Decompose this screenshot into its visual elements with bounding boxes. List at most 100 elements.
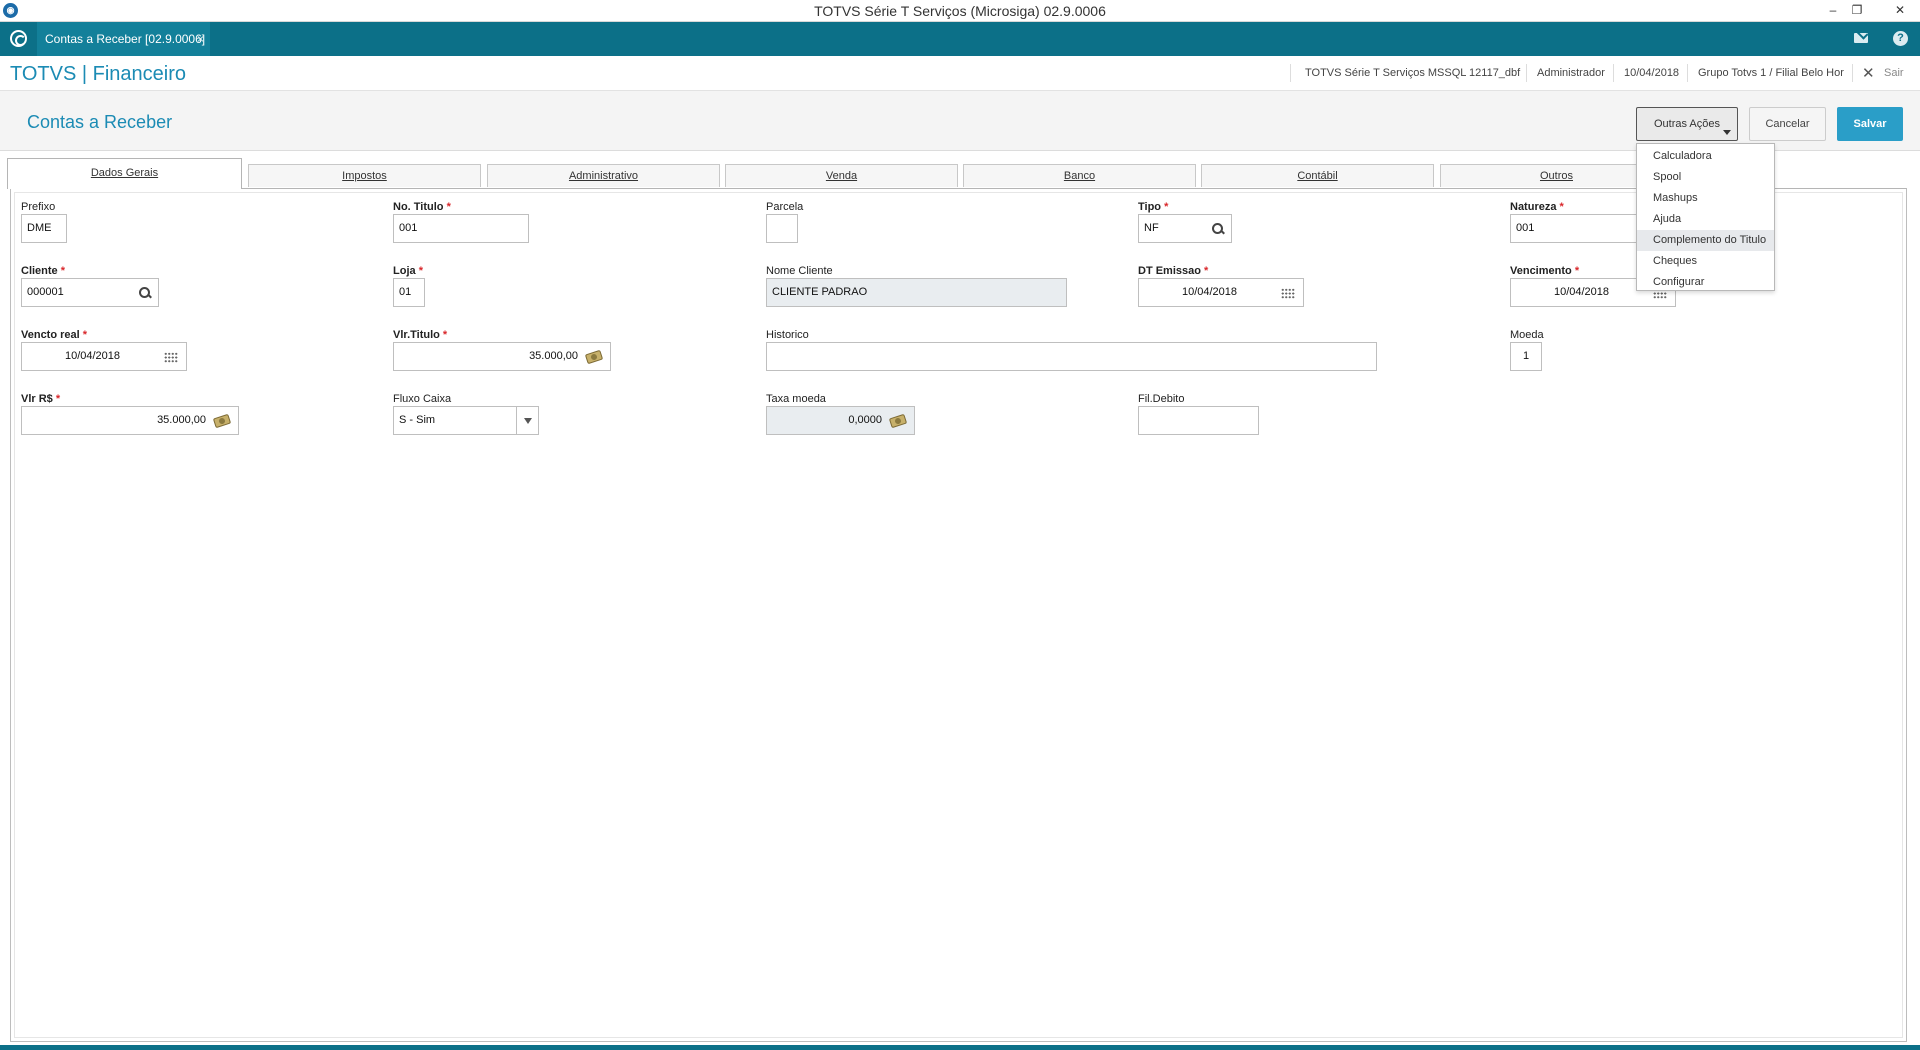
vencimento-label: Vencimento *	[1510, 265, 1579, 277]
company-info: Grupo Totvs 1 / Filial Belo Hor	[1698, 67, 1844, 79]
natureza-label-text: Natureza	[1510, 201, 1557, 213]
user-info: Administrador	[1537, 67, 1605, 79]
page-title: Contas a Receber	[27, 112, 173, 132]
menu-item-spool[interactable]: Spool	[1637, 167, 1774, 188]
parcela-label: Parcela	[766, 201, 804, 213]
tipo-field[interactable]: NF	[1138, 214, 1232, 243]
dt-emissao-label-text: DT Emissao	[1138, 265, 1201, 277]
moeda-label: Moeda	[1510, 329, 1544, 341]
vencimento-label-text: Vencimento	[1510, 265, 1572, 277]
natureza-label: Natureza *	[1510, 201, 1564, 213]
menu-item-ajuda[interactable]: Ajuda	[1637, 209, 1774, 230]
vlr-rs-value: 35.000,00	[157, 414, 206, 426]
form-panel-inner	[14, 192, 1903, 1038]
required-mark: *	[55, 393, 61, 405]
tab-venda[interactable]: Venda	[725, 164, 958, 187]
exit-link[interactable]: Sair	[1884, 67, 1904, 79]
vlr-titulo-field[interactable]: 35.000,00	[393, 342, 611, 371]
fluxo-caixa-label: Fluxo Caixa	[393, 393, 452, 405]
close-tab-icon[interactable]: ×	[197, 22, 204, 56]
minimize-icon[interactable]: –	[1823, 2, 1843, 18]
money-icon[interactable]	[212, 413, 232, 429]
search-icon[interactable]	[139, 287, 150, 298]
bottom-strip	[0, 1045, 1920, 1050]
other-actions-menu: Calculadora Spool Mashups Ajuda Compleme…	[1636, 143, 1775, 291]
tab-administrativo[interactable]: Administrativo	[487, 164, 720, 187]
required-mark: *	[1204, 265, 1209, 277]
tab-impostos[interactable]: Impostos	[248, 164, 481, 187]
fluxo-caixa-select[interactable]: S - Sim	[393, 406, 539, 435]
cliente-field[interactable]: 000001	[21, 278, 159, 307]
menu-item-cheques[interactable]: Cheques	[1637, 251, 1774, 272]
cliente-label: Cliente *	[21, 265, 65, 277]
date-info: 10/04/2018	[1624, 67, 1680, 79]
tab-banco[interactable]: Banco	[963, 164, 1196, 187]
menu-item-calculadora[interactable]: Calculadora	[1637, 146, 1774, 167]
other-actions-button[interactable]: Outras Ações	[1636, 107, 1738, 141]
restore-icon[interactable]: ❐	[1847, 2, 1867, 18]
no-titulo-label: No. Titulo *	[393, 201, 451, 213]
vencto-real-label-text: Vencto real	[21, 329, 80, 341]
required-mark: *	[1164, 201, 1169, 213]
close-window-icon[interactable]: ✕	[1890, 2, 1910, 18]
brand-bar: TOTVS | Financeiro TOTVS Série T Serviço…	[0, 56, 1920, 91]
vencto-real-field[interactable]: 10/04/2018	[21, 342, 187, 371]
nome-cliente-field: CLIENTE PADRAO	[766, 278, 1067, 307]
cancel-button[interactable]: Cancelar	[1749, 107, 1826, 141]
taxa-moeda-field: 0,0000	[766, 406, 915, 435]
tab-dados-gerais[interactable]: Dados Gerais	[7, 158, 242, 189]
menu-item-configurar[interactable]: Configurar	[1637, 272, 1774, 293]
prefixo-field[interactable]: DME	[21, 214, 67, 243]
window-titlebar: ◉ TOTVS Série T Serviços (Microsiga) 02.…	[0, 0, 1920, 22]
window-title: TOTVS Série T Serviços (Microsiga) 02.9.…	[814, 3, 1106, 19]
divider	[1290, 64, 1291, 82]
cliente-label-text: Cliente	[21, 265, 58, 277]
menu-item-complemento-do-titulo[interactable]: Complemento do Titulo	[1637, 230, 1774, 251]
parcela-field[interactable]	[766, 214, 798, 243]
money-icon[interactable]	[888, 413, 908, 429]
dt-emissao-label: DT Emissao *	[1138, 265, 1208, 277]
fil-debito-label: Fil.Debito	[1138, 393, 1185, 405]
required-mark: *	[1559, 201, 1564, 213]
required-mark: *	[82, 329, 88, 341]
no-titulo-label-text: No. Titulo	[393, 201, 444, 213]
required-mark: *	[446, 201, 451, 213]
no-titulo-field[interactable]: 001	[393, 214, 529, 243]
calendar-icon[interactable]	[1281, 288, 1295, 299]
save-button[interactable]: Salvar	[1837, 107, 1903, 141]
environment-info: TOTVS Série T Serviços MSSQL 12117_dbf	[1305, 67, 1521, 79]
taxa-moeda-value: 0,0000	[848, 414, 882, 426]
required-mark: *	[442, 329, 448, 341]
vlr-titulo-label-text: Vlr.Titulo	[393, 329, 440, 341]
moeda-field[interactable]: 1	[1510, 342, 1542, 371]
exit-icon[interactable]: ✕	[1862, 64, 1875, 82]
loja-label: Loja *	[393, 265, 423, 277]
fil-debito-field[interactable]	[1138, 406, 1259, 435]
chevron-down-icon[interactable]	[516, 407, 538, 434]
dt-emissao-field[interactable]: 10/04/2018	[1138, 278, 1304, 307]
totvs-home-icon[interactable]	[10, 30, 27, 47]
money-icon[interactable]	[584, 349, 604, 365]
vencto-real-value: 10/04/2018	[64, 350, 121, 362]
calendar-icon[interactable]	[164, 352, 178, 363]
search-icon[interactable]	[1212, 223, 1223, 234]
loja-field[interactable]: 01	[393, 278, 425, 307]
tab-contas-a-receber[interactable]: Contas a Receber [02.9.0006] ×	[37, 22, 210, 56]
tab-label: Contas a Receber [02.9.0006]	[45, 32, 206, 46]
app-tab-strip: Contas a Receber [02.9.0006] × ?	[0, 22, 1920, 56]
other-actions-label: Outras Ações	[1653, 118, 1721, 130]
vencimento-value: 10/04/2018	[1553, 286, 1610, 298]
historico-field[interactable]	[766, 342, 1377, 371]
natureza-field[interactable]: 001	[1510, 214, 1647, 243]
help-icon[interactable]: ?	[1893, 31, 1908, 46]
tab-contabil[interactable]: Contábil	[1201, 164, 1434, 187]
required-mark: *	[60, 265, 66, 277]
tipo-label-text: Tipo	[1138, 201, 1162, 213]
tipo-label: Tipo *	[1138, 201, 1168, 213]
divider	[1687, 64, 1688, 82]
mail-icon[interactable]	[1854, 33, 1868, 43]
menu-item-mashups[interactable]: Mashups	[1637, 188, 1774, 209]
tipo-value: NF	[1144, 222, 1159, 234]
vlr-rs-field[interactable]: 35.000,00	[21, 406, 239, 435]
required-mark: *	[418, 265, 423, 277]
